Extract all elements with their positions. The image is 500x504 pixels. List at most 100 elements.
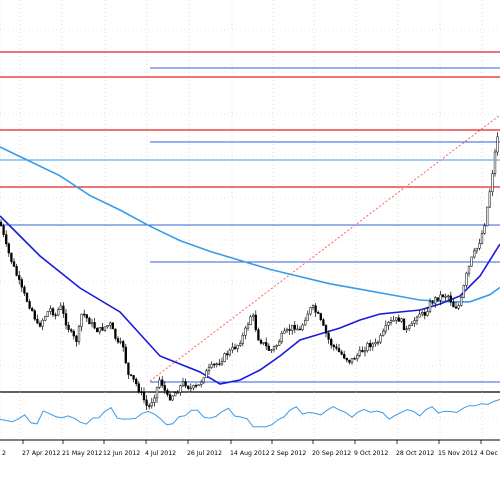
candle-body <box>486 206 489 227</box>
candle-body <box>358 349 361 356</box>
price-chart: 2 27 Apr 2012 21 May 2012 12 Jun 2012 4 Jul … <box>0 0 500 500</box>
x-tick-label: 2 <box>2 450 6 457</box>
candle-body <box>387 322 390 326</box>
candle-body <box>158 379 161 388</box>
candle-body <box>317 312 320 314</box>
candle-body <box>467 265 471 274</box>
candle-body <box>454 306 458 309</box>
candle-body <box>241 335 244 344</box>
candle-body <box>12 261 16 267</box>
candle-body <box>366 342 369 351</box>
candle-body <box>379 335 382 343</box>
candle-body <box>473 250 476 258</box>
candle-body <box>337 348 341 353</box>
candle-body <box>293 324 296 330</box>
candle-body <box>447 295 450 298</box>
candle-body <box>155 386 159 399</box>
candle-body <box>54 314 57 317</box>
candle-body <box>270 349 273 352</box>
candle-body <box>343 353 346 359</box>
candle-body <box>101 327 104 331</box>
candle-body <box>389 320 393 323</box>
candle-body <box>189 387 192 390</box>
candle-body <box>475 247 478 252</box>
candle-body <box>23 286 26 294</box>
candle-body <box>15 266 18 276</box>
x-tick-label: 26 Jul 2012 <box>187 450 222 457</box>
candle-body <box>421 312 424 315</box>
candle-body <box>483 225 486 234</box>
candle-body <box>122 341 125 348</box>
candle-body <box>228 349 231 356</box>
candle-body <box>106 325 109 328</box>
candle-body <box>428 301 432 312</box>
candle-body <box>374 342 377 345</box>
candle-body <box>132 375 135 380</box>
candle-body <box>31 308 34 312</box>
candle-body <box>330 339 333 346</box>
x-tick-label: 12 Jun 2012 <box>103 450 140 457</box>
candle-body <box>135 379 138 385</box>
candle-body <box>244 327 247 336</box>
candle-body <box>202 377 205 383</box>
candle-body <box>335 346 338 349</box>
candle-body <box>434 297 437 304</box>
candle-body <box>309 307 312 315</box>
candle-body <box>7 243 10 254</box>
candle-body <box>298 328 302 331</box>
candle-body <box>148 405 151 407</box>
candle-body <box>140 391 143 393</box>
candle-body <box>80 313 83 327</box>
candle-body <box>83 313 86 316</box>
candle-body <box>470 256 473 267</box>
candle-body <box>163 385 166 391</box>
candle-body <box>194 385 198 387</box>
candle-body <box>327 332 330 340</box>
candle-body <box>127 362 130 375</box>
candle-body <box>70 329 73 332</box>
candle-body <box>288 328 291 331</box>
candle-body <box>174 392 177 397</box>
candle-body <box>5 234 8 245</box>
candle-body <box>449 295 452 303</box>
x-tick-label: 4 Jul 2012 <box>145 450 176 457</box>
candle-body <box>353 358 356 360</box>
candle-body <box>142 391 146 401</box>
chart-svg: 2 27 Apr 2012 21 May 2012 12 Jun 2012 4 Jul … <box>0 0 500 457</box>
candle-body <box>46 311 49 317</box>
candle-body <box>137 383 140 392</box>
candle-body <box>267 345 270 351</box>
candle-body <box>436 297 439 301</box>
candle-body <box>465 272 468 286</box>
candle-body <box>272 346 276 351</box>
candle-body <box>400 318 403 322</box>
candle-body <box>441 294 445 297</box>
candle-body <box>57 309 60 316</box>
candle-body <box>72 330 75 337</box>
candle-body <box>452 301 455 308</box>
candle-body <box>324 325 328 334</box>
candle-body <box>210 363 213 368</box>
candle-body <box>226 353 229 356</box>
candle-body <box>431 301 434 304</box>
candle-body <box>18 275 21 280</box>
candle-body <box>64 313 68 326</box>
x-tick-label: 21 May 2012 <box>62 450 102 457</box>
candle-body <box>51 308 55 316</box>
candle-body <box>493 151 497 175</box>
candle-body <box>10 252 13 262</box>
candle-body <box>460 297 463 306</box>
candle-body <box>457 305 460 309</box>
x-axis: 2 27 Apr 2012 21 May 2012 12 Jun 2012 4 Jul … <box>2 440 500 457</box>
candle-body <box>207 367 211 372</box>
candle-body <box>220 361 224 365</box>
candle-body <box>314 305 317 313</box>
x-tick-label: 2 Sep 2012 <box>271 450 306 457</box>
candle-body <box>413 320 416 324</box>
candle-body <box>392 319 395 322</box>
candle-body <box>124 346 127 364</box>
candle-body <box>109 322 112 326</box>
candle-body <box>332 344 335 348</box>
candle-body <box>181 381 185 386</box>
candle-body <box>356 355 359 360</box>
